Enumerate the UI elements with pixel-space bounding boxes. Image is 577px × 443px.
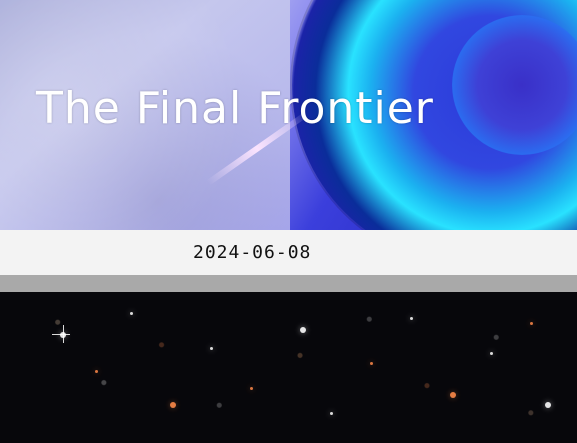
star-spike (52, 334, 70, 335)
star (490, 352, 493, 355)
galaxy-image (0, 292, 577, 443)
star (330, 412, 333, 415)
star (170, 402, 176, 408)
post-date: 2024-06-08 (193, 242, 312, 263)
hero-banner: The Final Frontier (0, 0, 577, 230)
star (250, 387, 253, 390)
page-title: The Final Frontier (36, 83, 434, 135)
star-spike (63, 325, 64, 343)
star (545, 402, 551, 408)
star (410, 317, 413, 320)
star (370, 362, 373, 365)
page: The Final Frontier 2024-06-08 (0, 0, 577, 443)
section-divider (0, 275, 577, 292)
star (300, 327, 306, 333)
star (450, 392, 456, 398)
star (210, 347, 213, 350)
star (130, 312, 133, 315)
star (95, 370, 98, 373)
star (530, 322, 533, 325)
date-strip: 2024-06-08 (0, 230, 577, 275)
